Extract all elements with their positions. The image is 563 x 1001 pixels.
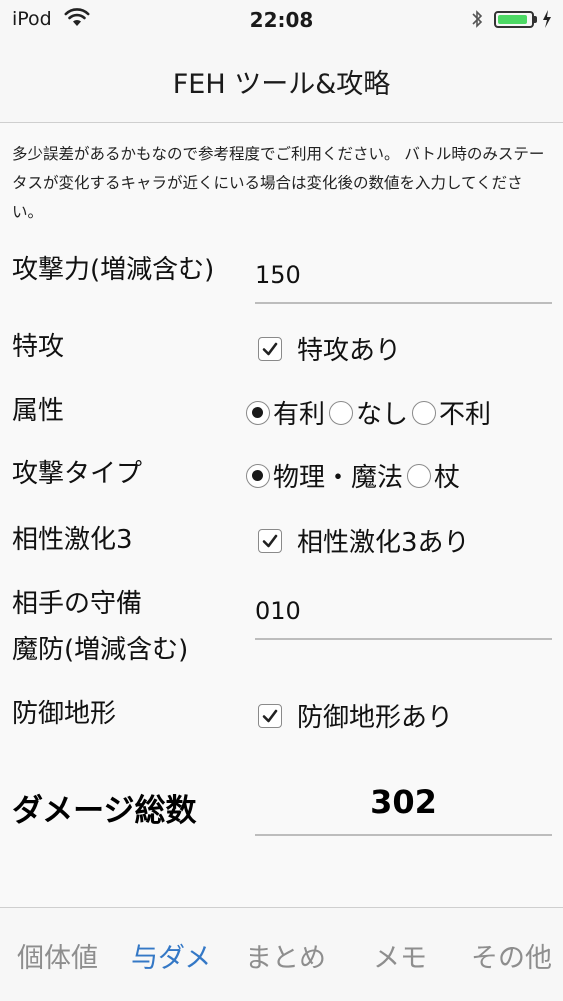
affinity-advantage-label: 有利 bbox=[273, 400, 326, 430]
total-damage-value: 302 bbox=[370, 783, 437, 821]
tab-other[interactable]: その他 bbox=[471, 936, 552, 975]
page-title: FEH ツール&攻略 bbox=[172, 69, 391, 100]
triangle-option-label: 相性激化3あり bbox=[297, 528, 470, 558]
defense-input[interactable]: 010 bbox=[255, 597, 301, 625]
checkbox-checked-icon bbox=[258, 703, 282, 728]
attack-input-underline bbox=[255, 302, 552, 304]
affinity-neutral-radio[interactable] bbox=[329, 400, 354, 425]
terrain-option-label: 防御地形あり bbox=[297, 703, 454, 733]
checkbox-checked-icon bbox=[258, 528, 282, 553]
status-bar: iPod 22:08 bbox=[0, 0, 563, 40]
effective-label: 特攻 bbox=[12, 332, 65, 362]
triangle-checkbox[interactable]: 相性激化3あり bbox=[258, 522, 470, 559]
physical-magic-label: 物理・魔法 bbox=[273, 463, 404, 493]
physical-magic-radio[interactable] bbox=[246, 463, 270, 488]
total-underline bbox=[255, 834, 552, 836]
tab-bar: 個体値 与ダメ まとめ メモ その他 bbox=[0, 907, 563, 1001]
attack-type-radio-group: 物理・魔法 杖 bbox=[246, 457, 464, 494]
checkbox-checked-icon bbox=[258, 336, 282, 361]
affinity-disadvantage-radio[interactable] bbox=[412, 400, 437, 425]
terrain-checkbox[interactable]: 防御地形あり bbox=[258, 697, 453, 734]
affinity-label: 属性 bbox=[12, 396, 65, 426]
attack-input[interactable]: 150 bbox=[255, 261, 301, 289]
defense-input-underline bbox=[255, 638, 552, 640]
tab-memo[interactable]: メモ bbox=[373, 936, 427, 975]
battery-level bbox=[498, 15, 527, 24]
staff-label: 杖 bbox=[434, 463, 461, 493]
charging-bolt-icon bbox=[543, 10, 551, 28]
tab-summary[interactable]: まとめ bbox=[245, 936, 326, 975]
affinity-disadvantage-label: 不利 bbox=[439, 400, 492, 430]
bluetooth-icon bbox=[472, 10, 483, 28]
navigation-bar: FEH ツール&攻略 bbox=[0, 40, 563, 123]
triangle-label: 相性激化3 bbox=[12, 525, 133, 555]
notice-text: 多少誤差があるかもなので参考程度でご利用ください。 バトル時のみステータスが変化… bbox=[12, 145, 545, 221]
affinity-advantage-radio[interactable] bbox=[246, 400, 270, 425]
tab-damage[interactable]: 与ダメ bbox=[131, 936, 211, 975]
defense-label-line2: 魔防(増減含む) bbox=[12, 635, 189, 665]
effective-option-label: 特攻あり bbox=[297, 336, 402, 366]
total-damage-label: ダメージ総数 bbox=[12, 793, 197, 829]
affinity-neutral-label: なし bbox=[356, 400, 409, 430]
attack-type-label: 攻撃タイプ bbox=[12, 459, 143, 489]
battery-icon bbox=[494, 11, 534, 28]
affinity-radio-group: 有利 なし 不利 bbox=[246, 394, 495, 431]
tab-stats[interactable]: 個体値 bbox=[17, 936, 98, 975]
effective-checkbox[interactable]: 特攻あり bbox=[258, 330, 401, 367]
damage-calculator-form: 多少誤差があるかもなので参考程度でご利用ください。 バトル時のみステータスが変化… bbox=[0, 123, 563, 907]
battery-cap bbox=[534, 16, 537, 23]
attack-label: 攻撃力(増減含む) bbox=[12, 255, 215, 285]
defense-label-line1: 相手の守備 bbox=[12, 589, 143, 619]
terrain-label: 防御地形 bbox=[12, 699, 117, 729]
staff-radio[interactable] bbox=[407, 463, 432, 488]
